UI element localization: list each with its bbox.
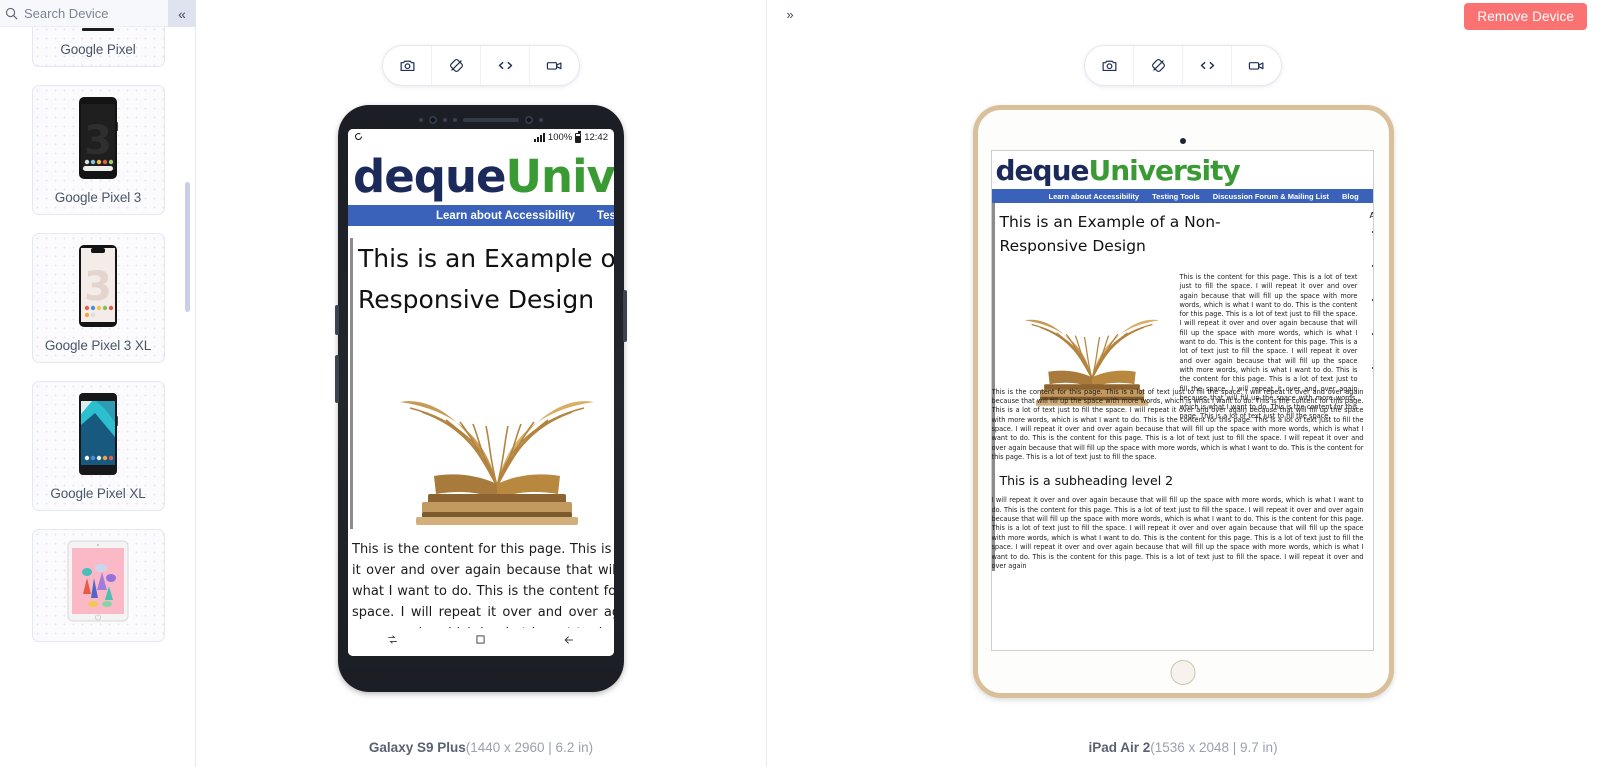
nav-item-testing[interactable]: Testing Tools — [1152, 192, 1200, 201]
sensor-dot — [525, 116, 533, 124]
device-toolbar — [1084, 45, 1282, 86]
collapse-sidebar-button[interactable]: « — [168, 0, 196, 27]
page-paragraph-phone: This is the content for this page. This … — [352, 542, 614, 628]
sensor-dot — [453, 118, 457, 122]
nav-item-testing[interactable]: Testing Tools — [597, 210, 614, 222]
status-bar-time: 12:42 — [584, 132, 608, 143]
record-video-icon[interactable] — [1232, 46, 1281, 85]
nav-item-forum[interactable]: Discussion Forum & Mailing List — [1213, 192, 1329, 201]
device-card-label: Google Pixel 3 XL — [44, 338, 152, 353]
inspect-code-icon[interactable] — [1183, 46, 1232, 85]
home-button[interactable] — [1170, 660, 1196, 685]
page-heading-phone: This is an Example of a Non-Responsive D… — [358, 244, 614, 314]
device-toolbar — [382, 45, 580, 86]
device-caption-name: iPad Air 2 — [1088, 740, 1151, 755]
page-loading-spinner-icon — [354, 132, 363, 144]
page-side-nav-ipad[interactable]: Accessibility Topics Types of Disabiliti… — [1358, 203, 1373, 571]
search-bar: « — [0, 0, 202, 27]
signal-icon — [533, 133, 545, 142]
sidebar-scrollbar[interactable] — [185, 27, 190, 767]
home-icon[interactable] — [474, 633, 487, 651]
inspect-code-icon[interactable] — [481, 46, 530, 85]
device-card-google-pixel[interactable]: Google Pixel — [31, 27, 165, 67]
rendered-page-phone[interactable]: dequeUniversity Learn about Accessibilit… — [348, 146, 614, 628]
deque-university-logo: dequeUniversity — [353, 150, 614, 203]
record-video-icon[interactable] — [530, 46, 579, 85]
device-card-label: Google Pixel — [60, 42, 136, 57]
screenshot-icon[interactable] — [1085, 46, 1134, 85]
galaxy-s9-plus-frame: 100% 12:42 dequeUniversity Learn a — [335, 105, 627, 692]
sensor-dot — [443, 118, 447, 122]
device-panel-galaxy-s9-plus: 100% 12:42 dequeUniversity Learn a — [196, 0, 767, 767]
page-paragraph-full-ipad: This is the content for this page. This … — [991, 387, 1364, 461]
deque-university-logo: dequeUniversity — [995, 154, 1241, 187]
nav-item-learn[interactable]: Learn about Accessibility — [436, 210, 575, 222]
device-sidebar: « Google Pixel 3 — [0, 0, 202, 767]
sensor-dot — [539, 118, 543, 122]
rotate-icon[interactable] — [432, 46, 481, 85]
device-caption-spec: (1536 x 2048 | 9.7 in) — [1150, 740, 1278, 755]
galaxy-s9-plus-screen[interactable]: 100% 12:42 dequeUniversity Learn a — [348, 129, 614, 656]
screenshot-icon[interactable] — [383, 46, 432, 85]
recents-icon[interactable] — [386, 633, 399, 651]
device-card-ipad[interactable] — [31, 529, 165, 642]
device-panels: 100% 12:42 dequeUniversity Learn a — [196, 0, 1600, 767]
device-caption-galaxy-s9-plus: Galaxy S9 Plus(1440 x 2960 | 6.2 in) — [196, 740, 766, 755]
device-thumbnail: 3 — [67, 244, 129, 328]
search-icon — [0, 0, 22, 27]
sidebar-scrollbar-thumb[interactable] — [185, 182, 190, 312]
device-card-label: Google Pixel XL — [50, 486, 146, 501]
device-thumbnail: 3 — [67, 96, 129, 180]
svg-text:3: 3 — [84, 118, 112, 164]
battery-percent: 100% — [547, 132, 573, 143]
device-list[interactable]: Google Pixel 3 Google Pixel 3 3 Google P… — [0, 27, 196, 767]
device-caption-ipad-air-2: iPad Air 2(1536 x 2048 | 9.7 in) — [767, 740, 1599, 755]
front-camera — [429, 116, 437, 124]
battery-icon — [575, 131, 582, 143]
page-nav-ipad[interactable]: Learn about Accessibility Testing Tools … — [991, 189, 1373, 203]
page-side-nav-heading: Accessibility Topics — [1370, 211, 1373, 220]
device-card-label: Google Pixel 3 — [54, 190, 142, 205]
status-bar-right: 100% 12:42 — [533, 131, 608, 143]
front-camera — [1180, 138, 1186, 144]
phone-sensor-bar — [338, 114, 624, 126]
expand-sidebar-button[interactable]: » — [779, 3, 801, 25]
device-card-google-pixel-xl[interactable]: Google Pixel XL — [31, 381, 165, 511]
back-icon[interactable] — [562, 633, 576, 652]
device-thumbnail — [67, 540, 129, 622]
device-caption-name: Galaxy S9 Plus — [368, 740, 466, 755]
device-thumbnail — [67, 28, 129, 32]
open-book-image-phone — [376, 336, 614, 529]
page-subheading-ipad: This is a subheading level 2 — [999, 473, 1174, 489]
power-button — [623, 290, 627, 342]
earpiece-speaker — [463, 118, 519, 122]
page-paragraph2-ipad: I will repeat it over and over again bec… — [991, 496, 1364, 570]
nav-item-learn[interactable]: Learn about Accessibility — [1049, 192, 1140, 201]
device-thumbnail — [67, 392, 129, 476]
device-card-google-pixel-3-xl[interactable]: 3 Google Pixel 3 XL — [31, 233, 165, 363]
device-card-google-pixel-3[interactable]: 3 Google Pixel 3 — [31, 85, 165, 215]
android-navigation-bar[interactable] — [348, 628, 614, 656]
device-preview-app: « Google Pixel 3 — [0, 0, 1600, 767]
nav-item-blog[interactable]: Blog — [1342, 192, 1359, 201]
rotate-icon[interactable] — [1134, 46, 1183, 85]
sensor-dot — [419, 118, 423, 122]
remove-device-button[interactable]: Remove Device — [1464, 3, 1587, 30]
phone-status-bar: 100% 12:42 — [348, 129, 614, 146]
ipad-air-2-screen[interactable]: dequeUniversity Learn about Accessibilit… — [990, 150, 1374, 651]
svg-text:3: 3 — [84, 264, 112, 310]
device-panel-ipad-air-2: » Remove Device dequeUniversity Learn ab… — [767, 0, 1599, 767]
page-nav-phone[interactable]: Learn about Accessibility Testing Tools … — [348, 205, 614, 226]
ipad-air-2-frame: dequeUniversity Learn about Accessibilit… — [972, 105, 1394, 698]
page-heading-ipad: This is an Example of a Non-Responsive D… — [999, 213, 1221, 255]
device-caption-spec: (1440 x 2960 | 6.2 in) — [465, 740, 594, 755]
